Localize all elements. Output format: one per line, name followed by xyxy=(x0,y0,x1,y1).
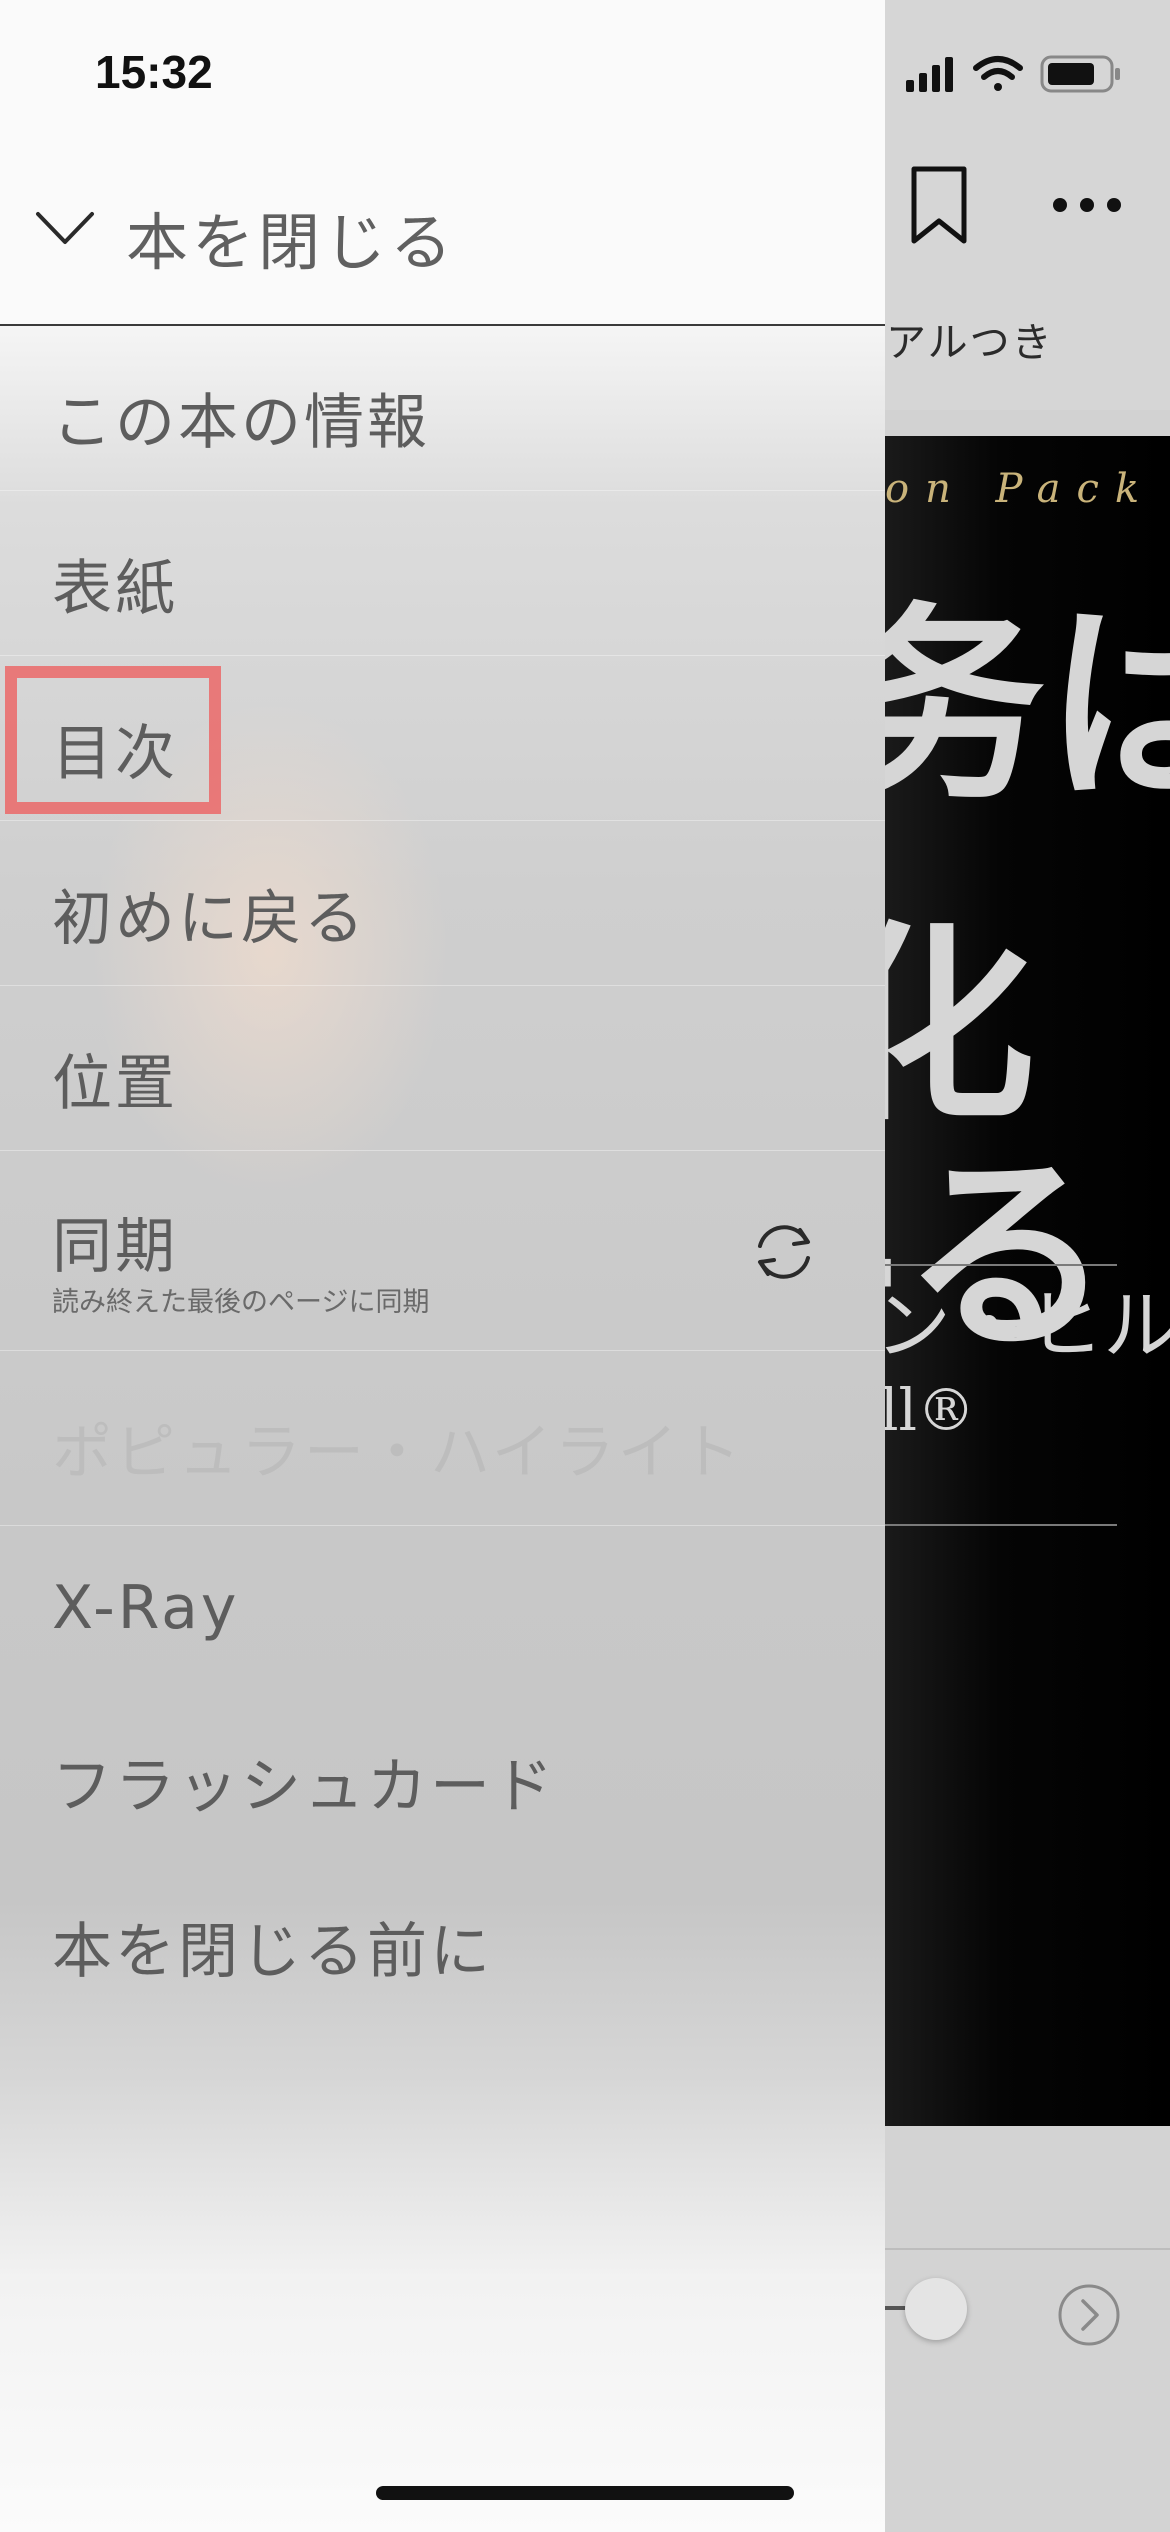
menu-item-label: フラッシュカード xyxy=(52,1752,556,1822)
wifi-icon xyxy=(973,56,1023,91)
menu-item-label: 位置 xyxy=(52,1049,178,1119)
menu-item-location[interactable]: 位置 xyxy=(0,985,885,1151)
menu-item-go-to-beginning[interactable]: 初めに戻る xyxy=(0,820,885,986)
menu-item-label: ポピュラー・ハイライト xyxy=(52,1418,744,1488)
menu-item-label: 表紙 xyxy=(52,554,178,624)
book-cover[interactable]: on Pack 务は 化 -る ン・ヒル ll® xyxy=(885,436,1170,2126)
reader-subtitle: アルつき xyxy=(886,320,1054,366)
menu-item-before-closing[interactable]: 本を閉じる前に xyxy=(0,1855,885,2020)
book-menu-drawer: 本を閉じる この本の情報 表紙 目次 初めに戻る 位置 同期 読み終えた最後のペ… xyxy=(0,0,885,2532)
menu-item-label: 本を閉じる前に xyxy=(52,1917,493,1987)
cover-author: ン・ヒル xyxy=(885,1281,1170,1370)
cover-author-en: ll® xyxy=(885,1376,976,1444)
screen: アルつき on Pack 务は 化 -る ン・ヒル ll® 15:32 xyxy=(0,0,1170,2532)
menu-item-label: この本の情報 xyxy=(52,388,430,458)
sync-icon[interactable] xyxy=(748,1216,820,1288)
battery-icon xyxy=(1040,55,1120,93)
menu-item-xray[interactable]: X-Ray xyxy=(0,1525,885,1690)
annotation-highlight-box xyxy=(5,666,221,814)
status-time: 15:32 xyxy=(95,46,213,98)
menu-item-label: 初めに戻る xyxy=(52,884,367,954)
menu-item-cover[interactable]: 表紙 xyxy=(0,490,885,656)
page-slider-thumb[interactable] xyxy=(905,2278,967,2340)
cover-title-line: 务は xyxy=(885,582,1170,829)
menu-item-label: X-Ray xyxy=(52,1573,240,1643)
cover-series-text: on Pack xyxy=(885,466,1156,512)
next-page-icon[interactable] xyxy=(1057,2283,1121,2347)
menu-item-book-info[interactable]: この本の情報 xyxy=(0,326,885,491)
reader-bottom-bar xyxy=(885,2126,1170,2532)
status-icons xyxy=(906,55,1120,93)
signal-icon xyxy=(906,57,953,92)
close-book-label[interactable]: 本を閉じる xyxy=(126,192,456,282)
cover-divider xyxy=(885,1524,1117,1526)
menu-item-sublabel: 読み終えた最後のページに同期 xyxy=(52,1287,430,1318)
menu-item-popular-highlights: ポピュラー・ハイライト xyxy=(0,1350,885,1526)
divider xyxy=(885,2248,1170,2250)
more-icon[interactable] xyxy=(1050,193,1124,217)
chevron-down-icon[interactable] xyxy=(34,208,96,248)
menu-item-flashcards[interactable]: フラッシュカード xyxy=(0,1690,885,1855)
menu-item-label: 同期 xyxy=(52,1212,178,1282)
bookmark-icon[interactable] xyxy=(910,165,968,245)
home-indicator[interactable] xyxy=(376,2486,794,2500)
